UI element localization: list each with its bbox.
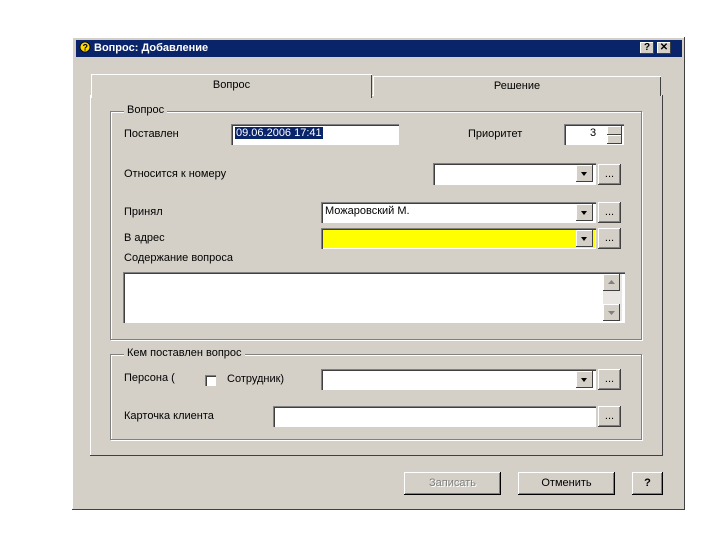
card-browse-button[interactable]: ... [598,406,621,427]
tab-solution[interactable]: Решение [373,76,661,96]
relates-browse-button[interactable]: ... [598,164,621,185]
priority-value: 3 [590,127,597,139]
spin-up-icon[interactable] [607,126,622,135]
person-label: Персона ( [124,372,175,384]
relates-combo[interactable] [433,163,596,185]
address-combo[interactable] [321,228,596,249]
person-combo[interactable] [321,369,596,390]
content-label: Содержание вопроса [124,252,233,264]
employee-label[interactable]: Сотрудник) [227,373,284,385]
accepted-value: Можаровский М. [325,205,410,217]
cancel-button[interactable]: Отменить [518,472,615,495]
relates-label: Относится к номеру [124,168,227,180]
help-button[interactable]: ? [632,472,663,495]
employee-checkbox[interactable] [205,375,216,386]
accepted-browse-button[interactable]: ... [598,202,621,223]
accepted-label: Принял [124,206,163,218]
title-bar[interactable]: ? Вопрос: Добавление ? ✕ [76,40,682,57]
address-label: В адрес [124,232,165,244]
dropdown-arrow-icon[interactable] [576,230,593,247]
dropdown-arrow-icon[interactable] [576,165,593,182]
priority-stepper[interactable]: 3 [564,124,624,145]
svg-text:?: ? [83,43,89,53]
card-field[interactable] [273,406,596,427]
asker-group-legend: Кем поставлен вопрос [124,347,245,359]
save-button[interactable]: Записать [404,472,501,495]
content-textarea[interactable] [123,272,625,323]
help-title-button[interactable]: ? [640,42,654,54]
priority-label: Приоритет [468,128,523,140]
scroll-up-icon[interactable] [603,274,620,291]
question-app-icon: ? [79,41,92,54]
content-scrollbar[interactable] [603,274,622,321]
spin-down-icon[interactable] [607,135,622,144]
dropdown-arrow-icon[interactable] [576,204,593,221]
close-button[interactable]: ✕ [657,42,671,54]
tab-question[interactable]: Вопрос [91,74,372,98]
posted-label: Поставлен [124,128,179,140]
question-group-legend: Вопрос [124,104,168,116]
posted-field[interactable]: 09.06.2006 17:41 [231,124,399,145]
card-label: Карточка клиента [124,410,214,422]
posted-value: 09.06.2006 17:41 [235,127,323,139]
accepted-combo[interactable]: Можаровский М. [321,202,596,223]
person-browse-button[interactable]: ... [598,369,621,390]
window-title: Вопрос: Добавление [94,42,209,54]
address-browse-button[interactable]: ... [598,228,621,249]
dropdown-arrow-icon[interactable] [576,371,593,388]
scroll-down-icon[interactable] [603,304,620,321]
asker-group [110,354,642,440]
